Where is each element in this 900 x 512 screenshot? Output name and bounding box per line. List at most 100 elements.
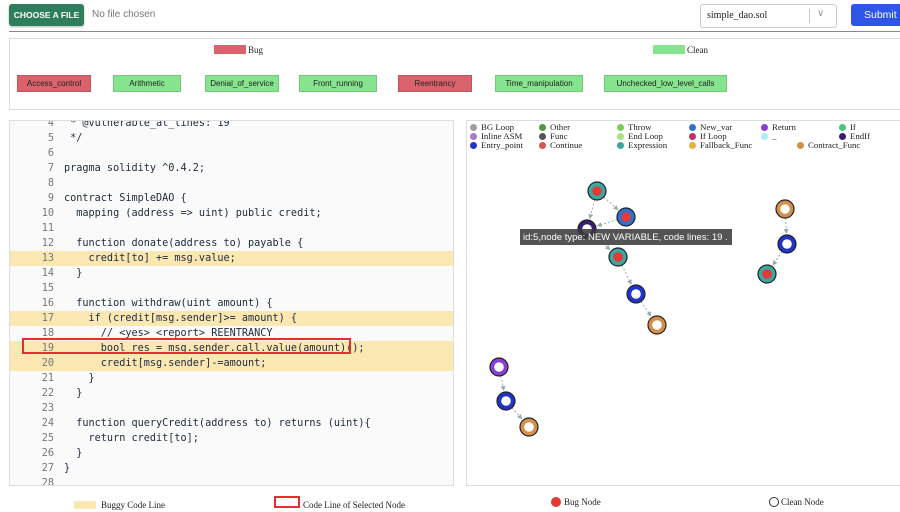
graph-legend-item: Contract_Func xyxy=(797,141,860,150)
graph-legend-item: Fallback_Func xyxy=(689,141,752,150)
line-number: 5 xyxy=(47,133,54,144)
node-tooltip: id:5,node type: NEW VARIABLE, code lines… xyxy=(520,229,732,245)
selected-line-highlight xyxy=(22,338,351,354)
node-core[interactable] xyxy=(501,396,511,406)
code-line: 5 */ xyxy=(10,131,453,146)
code-line: 23 xyxy=(10,401,453,416)
vuln-access-control[interactable]: Access_control xyxy=(17,75,91,92)
code-text: } xyxy=(64,268,83,279)
line-number: 15 xyxy=(41,283,54,294)
vuln-time-manipulation[interactable]: Time_manipulation xyxy=(495,75,583,92)
code-text: } xyxy=(64,388,83,399)
code-text: * @vulnerable_at_lines: 19 xyxy=(64,120,230,129)
legend-dot-icon xyxy=(839,123,846,131)
code-line: 15 xyxy=(10,281,453,296)
line-number: 9 xyxy=(47,193,54,204)
legend-dot-icon xyxy=(470,123,477,131)
node-core[interactable] xyxy=(621,212,631,222)
line-number: 16 xyxy=(41,298,54,309)
node-core[interactable] xyxy=(524,422,534,432)
code-text: mapping (address => uint) public credit; xyxy=(64,208,322,219)
graph-edge xyxy=(772,251,783,266)
code-line: 25 return credit[to]; xyxy=(10,431,453,446)
graph-node[interactable] xyxy=(519,417,539,437)
graph-legend-item: Expression xyxy=(617,141,667,150)
node-core[interactable] xyxy=(762,269,772,279)
graph-node[interactable] xyxy=(616,207,636,227)
bug-node-label: Bug Node xyxy=(564,497,601,507)
buggy-line-swatch xyxy=(74,501,96,509)
legend-label: _ xyxy=(772,131,777,141)
file-select[interactable]: simple_dao.sol ∨ xyxy=(700,4,837,28)
buggy-line-label: Buggy Code Line xyxy=(101,500,165,510)
graph-node[interactable] xyxy=(587,181,607,201)
node-core[interactable] xyxy=(780,204,790,214)
legend-dot-icon xyxy=(761,132,768,140)
node-core[interactable] xyxy=(782,239,792,249)
choose-file-button[interactable]: CHOOSE A FILE xyxy=(9,4,84,26)
code-text: return credit[to]; xyxy=(64,433,199,444)
node-core[interactable] xyxy=(652,320,662,330)
graph-edge xyxy=(603,196,619,211)
clean-node-label: Clean Node xyxy=(781,497,824,507)
graph-node[interactable] xyxy=(608,247,628,267)
graph-node[interactable] xyxy=(626,284,646,304)
graph-legend-item: Entry_point xyxy=(470,141,523,150)
submit-button[interactable]: Submit xyxy=(851,4,900,26)
graph-panel[interactable]: BG Loop Other Throw New_var Return If Inline A… xyxy=(466,120,900,486)
code-text: function donate(address to) payable { xyxy=(64,238,304,249)
vuln-unchecked-low-level-calls[interactable]: Unchecked_low_level_calls xyxy=(604,75,727,92)
graph-edge xyxy=(783,217,789,234)
graph-node[interactable] xyxy=(757,264,777,284)
graph-node[interactable] xyxy=(496,391,516,411)
legend-dot-icon xyxy=(839,132,846,140)
code-text: credit[msg.sender]-=amount; xyxy=(64,358,267,369)
legend-dot-icon xyxy=(617,123,624,131)
code-text: credit[to] += msg.value; xyxy=(64,253,236,264)
line-number: 23 xyxy=(41,403,54,414)
legend-label: Contract_Func xyxy=(808,140,861,150)
chevron-down-icon[interactable]: ∨ xyxy=(817,8,824,19)
node-core[interactable] xyxy=(592,186,602,196)
code-line: 10 mapping (address => uint) public cred… xyxy=(10,206,453,221)
legend-dot-icon xyxy=(539,132,546,140)
graph-node[interactable] xyxy=(489,357,509,377)
vuln-reentrancy[interactable]: Reentrancy xyxy=(398,75,472,92)
code-line: 4 * @vulnerable_at_lines: 19 xyxy=(10,120,453,131)
code-text: pragma solidity ^0.4.2; xyxy=(64,163,206,174)
graph-node[interactable] xyxy=(647,315,667,335)
line-number: 28 xyxy=(41,478,54,486)
clean-key-swatch xyxy=(653,45,685,54)
graph-canvas[interactable] xyxy=(467,121,900,485)
graph-edge xyxy=(500,375,506,392)
code-line: 12 function donate(address to) payable { xyxy=(10,236,453,251)
code-text: if (credit[msg.sender]>= amount) { xyxy=(64,313,298,324)
vuln-arithmetic[interactable]: Arithmetic xyxy=(113,75,181,92)
legend-dot-icon xyxy=(617,132,624,140)
line-number: 17 xyxy=(41,313,54,324)
code-text: } xyxy=(64,373,95,384)
clean-key-label: Clean xyxy=(687,45,708,55)
vuln-denial-of-service[interactable]: Denial_of_service xyxy=(205,75,279,92)
legend-label: Continue xyxy=(550,140,583,150)
legend-label: Fallback_Func xyxy=(700,140,753,150)
file-select-value: simple_dao.sol xyxy=(707,10,768,21)
line-number: 22 xyxy=(41,388,54,399)
node-core[interactable] xyxy=(631,289,641,299)
graph-legend-item: Continue xyxy=(539,141,582,150)
code-line: 13 credit[to] += msg.value; xyxy=(10,251,453,266)
graph-node[interactable] xyxy=(775,199,795,219)
vuln-front-running[interactable]: Front_running xyxy=(299,75,377,92)
legend-dot-icon xyxy=(617,141,624,149)
top-divider xyxy=(9,31,900,32)
code-text: } xyxy=(64,463,71,474)
node-core[interactable] xyxy=(613,252,623,262)
graph-legend-item: Return xyxy=(761,123,796,132)
node-core[interactable] xyxy=(494,362,504,372)
code-panel: 4 * @vulnerable_at_lines: 19 5 */6 7 pragma… xyxy=(9,120,454,486)
graph-node[interactable] xyxy=(777,234,797,254)
code-text: */ xyxy=(64,133,83,144)
file-status-text: No file chosen xyxy=(92,9,156,20)
line-number: 4 xyxy=(47,120,54,129)
graph-edge xyxy=(596,219,618,227)
